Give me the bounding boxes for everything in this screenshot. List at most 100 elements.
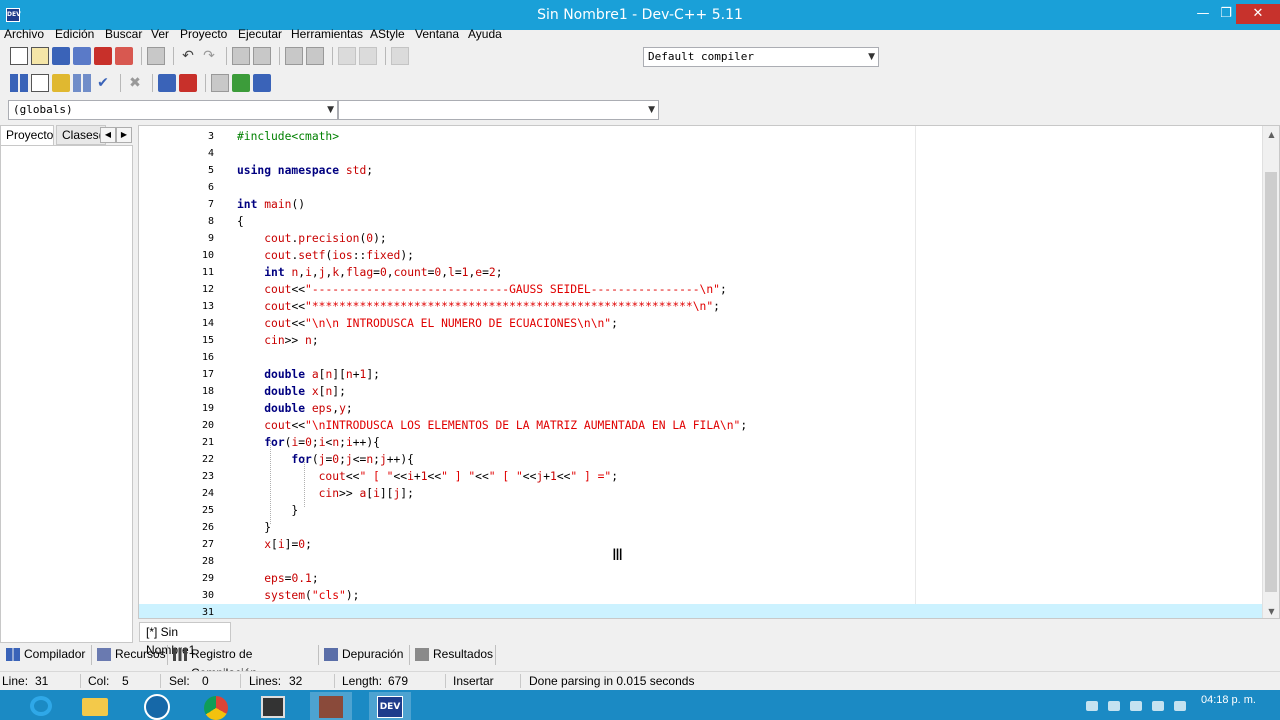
save-icon[interactable] — [52, 47, 70, 65]
code-text[interactable]: } — [237, 519, 271, 536]
menu-herramientas[interactable]: Herramientas — [291, 27, 363, 41]
close-icon[interactable]: ✕ — [1236, 4, 1280, 24]
new-class-icon[interactable] — [211, 74, 229, 92]
scrollbar-thumb[interactable] — [1265, 172, 1277, 592]
scroll-down-icon[interactable]: ▼ — [1263, 603, 1279, 618]
menu-archivo[interactable]: Archivo — [4, 27, 44, 41]
close-file-icon[interactable] — [94, 47, 112, 65]
code-line[interactable]: 31 — [139, 604, 1264, 618]
code-text[interactable]: system("cls"); — [237, 587, 359, 604]
check-icon[interactable]: ✔ — [94, 74, 112, 92]
compiler-select[interactable]: Default compiler ▼ — [643, 47, 879, 67]
code-text[interactable]: x[i]=0; — [237, 536, 312, 553]
code-line[interactable]: 25 } — [139, 502, 1264, 519]
code-line[interactable]: 9 cout.precision(0); — [139, 230, 1264, 247]
code-line[interactable]: 5 using namespace std; — [139, 162, 1264, 179]
code-text[interactable]: cin>> n; — [237, 332, 318, 349]
save-all-icon[interactable] — [73, 47, 91, 65]
taskbar-clock[interactable]: 04:18 p. m. — [1201, 694, 1256, 706]
code-editor[interactable]: 3 #include<cmath> 4 5 using namespace std; 6 7… — [138, 125, 1280, 619]
tray-network-icon[interactable] — [1108, 701, 1120, 711]
tray-up-arrow-icon[interactable] — [1086, 701, 1098, 711]
code-text[interactable]: double x[n]; — [237, 383, 346, 400]
code-line[interactable]: 28 — [139, 553, 1264, 570]
code-text[interactable]: for(i=0;i<n;i++){ — [237, 434, 380, 451]
code-line[interactable]: 19 double eps,y; — [139, 400, 1264, 417]
tray-flag-icon[interactable] — [1130, 701, 1142, 711]
code-line[interactable]: 18 double x[n]; — [139, 383, 1264, 400]
code-line[interactable]: 21 for(i=0;i<n;i++){ — [139, 434, 1264, 451]
code-line[interactable]: 23 cout<<" [ "<<i+1<<" ] "<<" [ "<<j+1<<… — [139, 468, 1264, 485]
scroll-up-icon[interactable]: ▲ — [1263, 126, 1279, 143]
code-line[interactable]: 26 } — [139, 519, 1264, 536]
menu-proyecto[interactable]: Proyecto — [180, 27, 227, 41]
devcpp-icon[interactable]: DEV — [369, 692, 411, 720]
forward-icon[interactable] — [359, 47, 377, 65]
code-line[interactable]: 11 int n,i,j,k,flag=0,count=0,l=1,e=2; — [139, 264, 1264, 281]
code-line[interactable]: 22 for(j=0;j<=n;j++){ — [139, 451, 1264, 468]
project-tree[interactable] — [0, 145, 133, 643]
code-line[interactable]: 7 int main() — [139, 196, 1264, 213]
code-text[interactable]: cout<<"-----------------------------GAUS… — [237, 281, 727, 298]
code-text[interactable]: int main() — [237, 196, 305, 213]
scope-select[interactable]: (globals) ▼ — [8, 100, 338, 120]
code-line[interactable]: 13 cout<<"******************************… — [139, 298, 1264, 315]
code-line[interactable]: 3 #include<cmath> — [139, 128, 1264, 145]
code-text[interactable]: for(j=0;j<=n;j++){ — [237, 451, 414, 468]
code-text[interactable]: cout.precision(0); — [237, 230, 386, 247]
bookmark-icon[interactable] — [253, 74, 271, 92]
menu-ayuda[interactable]: Ayuda — [468, 27, 502, 41]
code-line[interactable]: 24 cin>> a[i][j]; — [139, 485, 1264, 502]
stop-icon[interactable]: ✖ — [126, 74, 144, 92]
debug-icon[interactable] — [179, 74, 197, 92]
code-text[interactable]: cout<<"\nINTRODUSCA LOS ELEMENTOS DE LA … — [237, 417, 747, 434]
tab-resultados[interactable]: Resultados — [411, 645, 496, 665]
code-line[interactable]: 17 double a[n][n+1]; — [139, 366, 1264, 383]
compile-icon[interactable] — [52, 74, 70, 92]
back-icon[interactable] — [338, 47, 356, 65]
code-line[interactable]: 12 cout<<"-----------------------------G… — [139, 281, 1264, 298]
vertical-scrollbar[interactable]: ▲ ▼ — [1262, 126, 1279, 618]
chrome-icon[interactable] — [195, 692, 237, 720]
code-line[interactable]: 6 — [139, 179, 1264, 196]
menu-buscar[interactable]: Buscar — [105, 27, 142, 41]
goto-line-icon[interactable] — [285, 47, 303, 65]
code-text[interactable]: #include<cmath> — [237, 128, 339, 145]
run-icon[interactable] — [73, 74, 91, 92]
tab-clases[interactable]: Clases(F — [56, 125, 106, 145]
class-browser-icon[interactable] — [31, 74, 49, 92]
open-file-icon[interactable] — [31, 47, 49, 65]
find-icon[interactable] — [232, 47, 250, 65]
code-line[interactable]: 30 system("cls"); — [139, 587, 1264, 604]
code-text[interactable]: } — [237, 502, 298, 519]
undo-icon[interactable]: ↶ — [179, 47, 197, 65]
code-text[interactable]: { — [237, 213, 244, 230]
code-text[interactable]: cout<<"*********************************… — [237, 298, 720, 315]
internet-explorer-icon[interactable] — [20, 692, 62, 720]
code-line[interactable]: 16 — [139, 349, 1264, 366]
tray-battery-icon[interactable] — [1152, 701, 1164, 711]
code-text[interactable]: cout<<" [ "<<i+1<<" ] "<<" [ "<<j+1<<" ]… — [237, 468, 618, 485]
project-icon[interactable] — [10, 74, 28, 92]
movie-maker-icon[interactable] — [252, 692, 294, 720]
menu-ejecutar[interactable]: Ejecutar — [238, 27, 282, 41]
code-text[interactable]: cout.setf(ios::fixed); — [237, 247, 414, 264]
tab-proyecto[interactable]: Proyecto — [0, 125, 54, 145]
redo-icon[interactable]: ↷ — [200, 47, 218, 65]
toggle-comment-icon[interactable] — [391, 47, 409, 65]
code-text[interactable]: using namespace std; — [237, 162, 373, 179]
code-line[interactable]: 14 cout<<"\n\n INTRODUSCA EL NUMERO DE E… — [139, 315, 1264, 332]
code-line[interactable]: 4 — [139, 145, 1264, 162]
chart-icon[interactable] — [158, 74, 176, 92]
code-text[interactable]: eps=0.1; — [237, 570, 318, 587]
menu-ventana[interactable]: Ventana — [415, 27, 459, 41]
dev-tool-icon[interactable] — [310, 692, 352, 720]
insert-icon[interactable] — [232, 74, 250, 92]
menu-astyle[interactable]: AStyle — [370, 27, 405, 41]
file-explorer-icon[interactable] — [74, 692, 116, 720]
menu-ver[interactable]: Ver — [151, 27, 169, 41]
code-line[interactable]: 29 eps=0.1; — [139, 570, 1264, 587]
code-line[interactable]: 27 x[i]=0; — [139, 536, 1264, 553]
code-line[interactable]: 8{ — [139, 213, 1264, 230]
close-all-icon[interactable] — [115, 47, 133, 65]
